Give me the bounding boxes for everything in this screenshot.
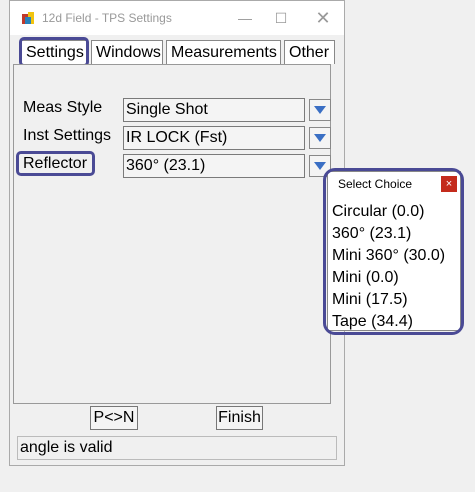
inst-settings-label: Inst Settings [23,127,112,144]
chevron-down-icon [314,134,326,142]
p-n-toggle-button[interactable]: P<>N [90,406,138,430]
tab-windows[interactable]: Windows [91,40,163,64]
minimize-button[interactable]: — [230,7,260,29]
maximize-button[interactable]: ☐ [266,7,296,29]
inst-settings-dropdown-button[interactable] [309,127,331,149]
popup-highlight [323,168,464,335]
settings-tab-highlight [19,37,89,67]
close-button[interactable]: ✕ [308,7,338,29]
chevron-down-icon [314,106,326,114]
status-bar: angle is valid [17,436,337,460]
tab-measurements[interactable]: Measurements [166,40,281,64]
window-title: 12d Field - TPS Settings [42,11,172,25]
panel-divider [13,64,331,65]
chevron-down-icon [314,162,326,170]
meas-style-field[interactable]: Single Shot [123,98,305,122]
inst-settings-field[interactable]: IR LOCK (Fst) [123,126,305,150]
app-icon [22,12,34,24]
meas-style-dropdown-button[interactable] [309,99,331,121]
finish-button[interactable]: Finish [216,406,263,430]
reflector-field[interactable]: 360° (23.1) [123,154,305,178]
title-bar[interactable]: 12d Field - TPS Settings — ☐ ✕ [10,1,344,35]
tab-other[interactable]: Other [284,40,335,64]
meas-style-label: Meas Style [23,99,103,116]
reflector-label-highlight [16,151,95,176]
